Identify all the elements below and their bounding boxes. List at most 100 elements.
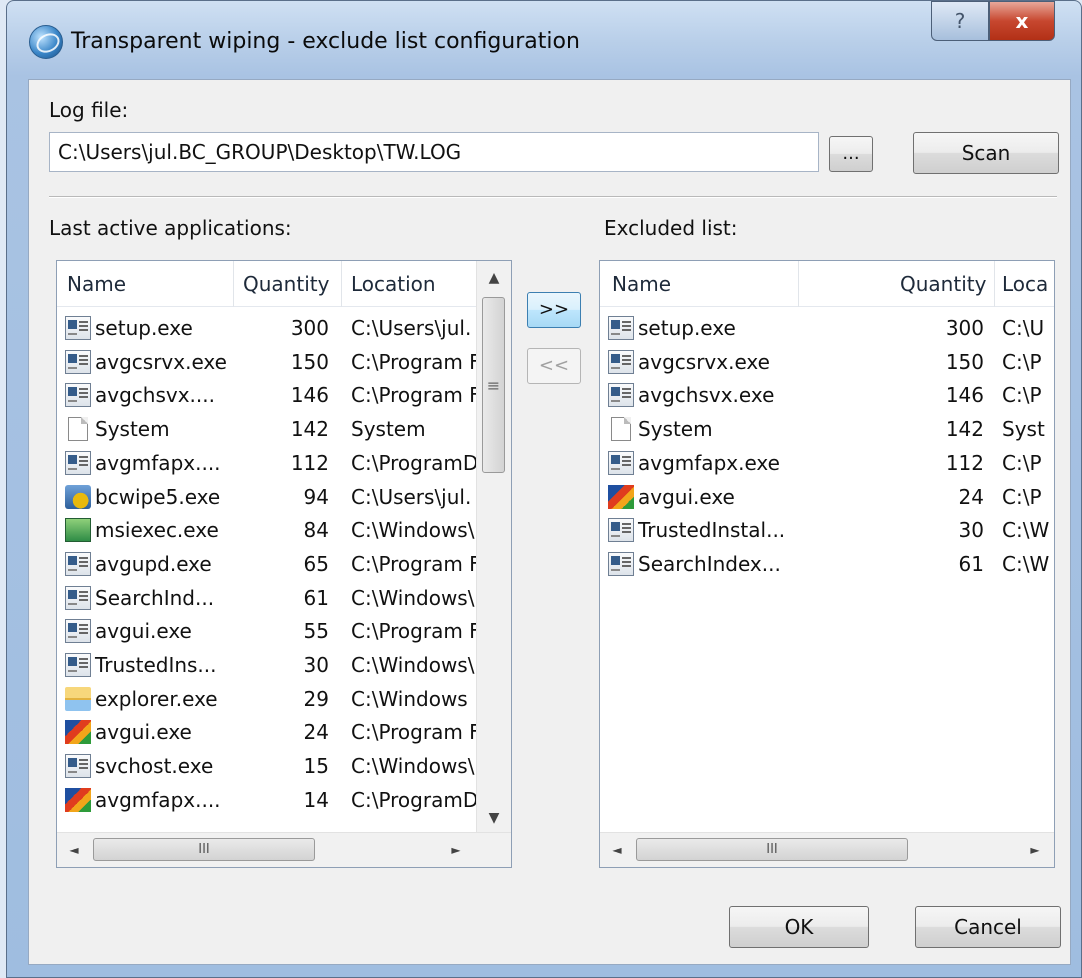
list-item[interactable]: avgcsrvx.exe 150 C:\P	[600, 345, 1054, 379]
excluded-list[interactable]: Name Quantity Loca setup.exe 300 C:\U avgcs…	[599, 260, 1055, 868]
item-quantity: 150	[945, 349, 984, 374]
item-location: C:\U	[1002, 316, 1045, 340]
list-item[interactable]: avgcsrvx.exe 150 C:\Program F	[57, 345, 511, 379]
item-location: C:\P	[1002, 349, 1042, 374]
scroll-left-arrow[interactable]: ◄	[600, 833, 634, 867]
list-item[interactable]: avgupd.exe 65 C:\Program F	[57, 547, 511, 581]
item-location: C:\Program F	[351, 383, 477, 408]
browse-button[interactable]: ...	[829, 136, 873, 172]
list-item[interactable]: avgui.exe 24 C:\Program F	[57, 715, 511, 749]
list-item[interactable]: avgchsvx.... 146 C:\Program F	[57, 378, 511, 412]
item-location: C:\Windows\	[351, 653, 475, 677]
window-app-icon	[608, 450, 634, 475]
item-quantity: 24	[303, 720, 329, 745]
item-name: avgchsvx....	[95, 383, 215, 408]
item-name: avgui.exe	[638, 484, 735, 509]
scroll-down-arrow[interactable]: ▼	[477, 801, 511, 835]
dialog-window: Transparent wiping - exclude list config…	[6, 0, 1082, 978]
list-item[interactable]: avgmfapx.... 112 C:\ProgramD	[57, 446, 511, 480]
list-item[interactable]: SearchIndex... 61 C:\W	[600, 547, 1054, 581]
item-name: System	[95, 417, 170, 442]
list-item[interactable]: System 142 System	[57, 412, 511, 446]
item-name: avgcsrvx.exe	[95, 349, 227, 374]
list-item[interactable]: setup.exe 300 C:\Users\jul.	[57, 311, 511, 345]
scroll-thumb[interactable]: ≡	[482, 297, 505, 473]
list-item[interactable]: avgmfapx.exe 112 C:\P	[600, 446, 1054, 480]
item-location: C:\Program F	[351, 551, 477, 576]
ok-button[interactable]: OK	[729, 906, 869, 948]
list-item[interactable]: avgui.exe 24 C:\P	[600, 480, 1054, 514]
window-app-icon	[65, 383, 91, 408]
item-quantity: 146	[290, 383, 329, 408]
item-location: C:\P	[1002, 383, 1042, 408]
item-name: avgcsrvx.exe	[638, 349, 770, 374]
column-location-header[interactable]: Location	[351, 261, 436, 307]
last-active-list[interactable]: Name Quantity Location setup.exe 300 C:\Us…	[56, 260, 512, 868]
log-file-input[interactable]: C:\Users\jul.BC_GROUP\Desktop\TW.LOG	[49, 132, 819, 172]
item-name: avgupd.exe	[95, 551, 212, 576]
horizontal-scroll-thumb[interactable]: III	[636, 838, 908, 861]
item-quantity: 30	[958, 518, 984, 543]
list-item[interactable]: System 142 Syst	[600, 412, 1054, 446]
list-item[interactable]: avgchsvx.exe 146 C:\P	[600, 378, 1054, 412]
list-item[interactable]: explorer.exe 29 C:\Windows	[57, 682, 511, 716]
list-item[interactable]: avgmfapx.... 14 C:\ProgramD	[57, 783, 511, 817]
item-quantity: 55	[303, 619, 329, 644]
item-name: explorer.exe	[95, 686, 218, 711]
item-quantity: 112	[945, 450, 984, 475]
vertical-scrollbar[interactable]: ▲ ≡ ▼	[476, 261, 511, 835]
item-name: SearchInd...	[95, 585, 215, 610]
window-app-icon	[608, 349, 634, 374]
scroll-right-arrow[interactable]: ►	[1018, 833, 1052, 867]
item-name: avgmfapx....	[95, 450, 221, 475]
item-quantity: 142	[290, 417, 329, 442]
cancel-button[interactable]: Cancel	[915, 906, 1061, 948]
list-item[interactable]: msiexec.exe 84 C:\Windows\	[57, 513, 511, 547]
column-location-header[interactable]: Loca	[1002, 261, 1048, 307]
list-item[interactable]: avgui.exe 55 C:\Program F	[57, 614, 511, 648]
item-quantity: 30	[303, 653, 329, 677]
horizontal-scroll-thumb[interactable]: III	[93, 838, 315, 861]
item-name: avgchsvx.exe	[638, 383, 775, 408]
item-quantity: 94	[303, 484, 329, 509]
item-location: C:\Windows\	[351, 518, 475, 543]
list-item[interactable]: setup.exe 300 C:\U	[600, 311, 1054, 345]
list-header: Name Quantity Location	[57, 261, 479, 307]
scroll-right-arrow[interactable]: ►	[439, 833, 473, 867]
item-location: C:\Program F	[351, 619, 477, 644]
list-item[interactable]: TrustedIns... 30 C:\Windows\	[57, 648, 511, 682]
add-to-excluded-button[interactable]: >>	[527, 292, 581, 328]
scroll-up-arrow[interactable]: ▲	[477, 261, 511, 295]
avg-icon	[608, 484, 634, 509]
scroll-left-arrow[interactable]: ◄	[57, 833, 91, 867]
remove-from-excluded-button[interactable]: <<	[527, 348, 581, 384]
list-item[interactable]: bcwipe5.exe 94 C:\Users\jul.	[57, 480, 511, 514]
list-item[interactable]: svchost.exe 15 C:\Windows\	[57, 749, 511, 783]
horizontal-scrollbar[interactable]: ◄ III ►	[57, 832, 511, 867]
bcwipe-icon	[65, 484, 91, 509]
help-button[interactable]: ?	[931, 1, 989, 41]
avg-icon	[65, 787, 91, 812]
item-name: avgmfapx....	[95, 787, 221, 812]
column-name-header[interactable]: Name	[67, 261, 126, 307]
list-item[interactable]: SearchInd... 61 C:\Windows\	[57, 581, 511, 615]
item-location: C:\Program F	[351, 720, 477, 745]
item-name: avgui.exe	[95, 619, 192, 644]
scan-button[interactable]: Scan	[913, 132, 1059, 174]
item-quantity: 65	[303, 551, 329, 576]
item-location: C:\Program F	[351, 349, 477, 374]
column-name-header[interactable]: Name	[612, 261, 671, 307]
item-name: avgmfapx.exe	[638, 450, 780, 475]
document-icon	[68, 417, 88, 442]
horizontal-scrollbar[interactable]: ◄ III ►	[600, 832, 1054, 867]
window-app-icon	[65, 349, 91, 374]
item-location: C:\Windows	[351, 686, 468, 711]
list-item[interactable]: TrustedInstal... 30 C:\W	[600, 513, 1054, 547]
column-quantity-header[interactable]: Quantity	[243, 261, 329, 307]
column-quantity-header[interactable]: Quantity	[900, 261, 986, 307]
item-quantity: 61	[303, 585, 329, 610]
item-name: TrustedInstal...	[638, 518, 786, 543]
window-app-icon	[608, 518, 634, 543]
item-name: TrustedIns...	[95, 653, 217, 677]
close-button[interactable]: x	[989, 1, 1055, 41]
